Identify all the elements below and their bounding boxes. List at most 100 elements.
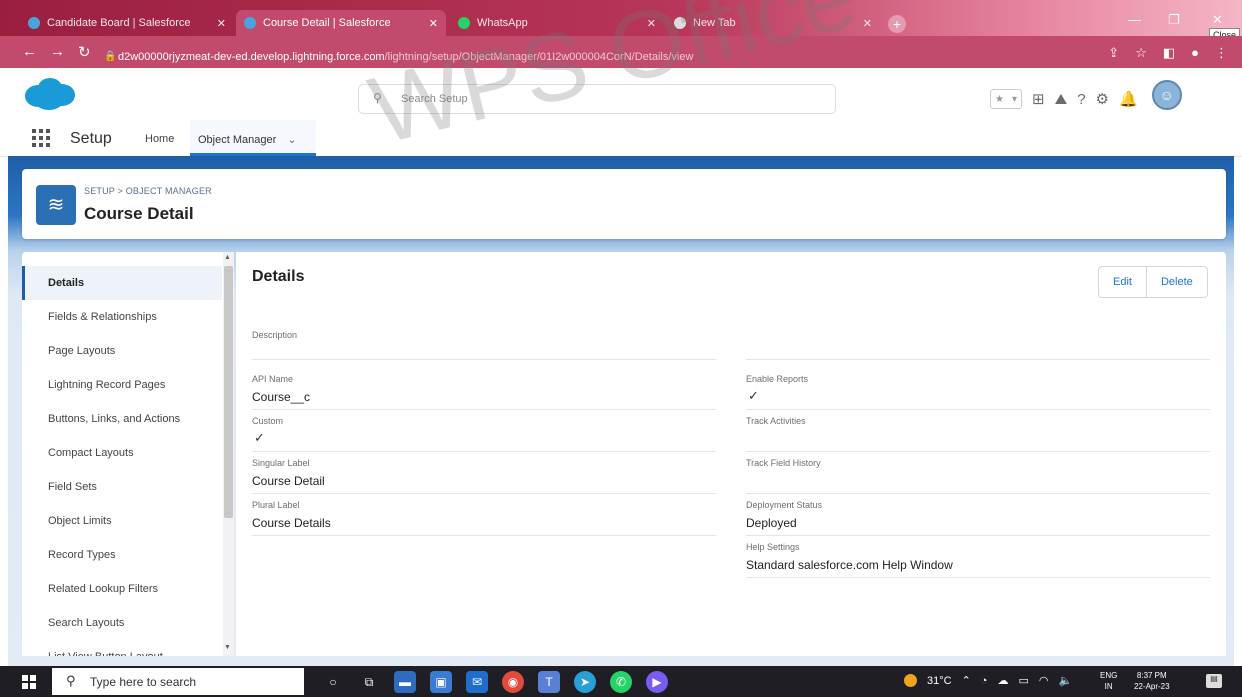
media-player-icon[interactable]: ▶ — [646, 671, 668, 693]
taskbar-search-input[interactable]: ⚲ Type here to search — [52, 668, 304, 695]
onedrive-icon[interactable]: ☁ — [997, 674, 1008, 687]
browser-tab-candidate-board[interactable]: Candidate Board | Salesforce ✕ — [20, 10, 234, 36]
volume-icon[interactable]: 🔈 — [1058, 674, 1072, 687]
browser-tab-course-detail[interactable]: Course Detail | Salesforce ✕ — [236, 10, 446, 36]
language-indicator[interactable]: ENG IN — [1100, 670, 1117, 692]
back-arrow-icon[interactable]: ← — [22, 43, 37, 60]
mail-icon[interactable]: ✉ — [466, 671, 488, 693]
sidebar-item-page-layouts[interactable]: Page Layouts — [22, 334, 222, 368]
close-tab-icon[interactable]: ✕ — [863, 17, 872, 30]
notification-center-icon[interactable]: ▤ — [1206, 674, 1222, 688]
new-tab-button[interactable]: + — [888, 15, 906, 33]
field-label: Custom — [252, 416, 284, 426]
object-header-card: ≋ SETUP > OBJECT MANAGER Course Detail — [22, 169, 1226, 239]
sidebar-item-search-layouts[interactable]: Search Layouts — [22, 606, 222, 640]
gear-icon[interactable]: ⚙ — [1096, 90, 1109, 108]
reload-icon[interactable]: ↻ — [78, 43, 91, 61]
field-api-name: API Name Course__c — [252, 370, 716, 410]
breadcrumb[interactable]: SETUP > OBJECT MANAGER — [84, 186, 212, 196]
sidebar-item-compact-layouts[interactable]: Compact Layouts — [22, 436, 222, 470]
page-title: Course Detail — [84, 204, 194, 223]
maximize-icon[interactable]: ❐ — [1168, 12, 1180, 28]
taskbar-apps: ○ ⧉ ▬ ▣ ✉ ◉ T ➤ ✆ ▶ — [322, 671, 668, 693]
cortana-icon[interactable]: ○ — [322, 671, 344, 693]
field-label: Enable Reports — [746, 374, 809, 384]
field-custom: Custom ✓ — [252, 412, 716, 452]
nav-tab-object-manager[interactable]: Object Manager ⌄ — [190, 120, 316, 156]
wifi-icon[interactable]: ◠ — [1039, 674, 1049, 687]
section-title: Details — [252, 268, 305, 285]
global-actions-icon[interactable]: ⊞ — [1032, 90, 1045, 108]
network-icon[interactable]: ◔ — [981, 675, 988, 687]
close-tab-icon[interactable]: ✕ — [429, 17, 438, 30]
scroll-down-icon[interactable]: ▼ — [224, 644, 231, 651]
tab-title: Course Detail | Salesforce — [263, 17, 391, 29]
side-panel-icon[interactable]: ◧ — [1163, 45, 1175, 61]
notifications-bell-icon[interactable]: 🔔 — [1119, 90, 1138, 108]
trailhead-icon[interactable]: ⛰ — [1055, 91, 1068, 108]
app-name: Setup — [70, 130, 112, 147]
field-label: API Name — [252, 374, 294, 384]
salesforce-favicon-icon — [244, 17, 256, 29]
field-value: Course__c — [252, 390, 311, 404]
salesforce-favicon-icon — [28, 17, 40, 29]
bookmark-star-icon[interactable]: ☆ — [1135, 45, 1147, 61]
window-close-icon[interactable]: ✕ — [1212, 12, 1223, 28]
tab-title: Candidate Board | Salesforce — [47, 17, 191, 29]
sidebar-item-related-lookup-filters[interactable]: Related Lookup Filters — [22, 572, 222, 606]
field-label: Track Activities — [746, 416, 806, 426]
chevron-down-icon: ▾ — [1011, 93, 1017, 105]
sidebar-item-field-sets[interactable]: Field Sets — [22, 470, 222, 504]
taskbar-clock[interactable]: 8:37 PM 22-Apr-23 — [1134, 670, 1170, 692]
field-deployment-status: Deployment Status Deployed — [746, 496, 1210, 536]
nav-tab-label: Object Manager — [198, 134, 277, 146]
chevron-down-icon[interactable]: ⌄ — [287, 134, 296, 146]
language-region: IN — [1104, 682, 1113, 691]
share-icon[interactable]: ⇪ — [1108, 45, 1119, 61]
sidebar-item-buttons-links-actions[interactable]: Buttons, Links, and Actions — [22, 402, 222, 436]
star-icon: ★ — [995, 93, 1004, 105]
sidebar-item-fields-relationships[interactable]: Fields & Relationships — [22, 300, 222, 334]
task-view-icon[interactable]: ⧉ — [358, 671, 380, 693]
chevron-up-icon[interactable]: ⌃ — [962, 674, 971, 687]
edit-button[interactable]: Edit — [1099, 267, 1146, 297]
sidebar-item-object-limits[interactable]: Object Limits — [22, 504, 222, 538]
battery-icon[interactable]: ▭ — [1018, 674, 1028, 687]
sidebar-scroll-thumb[interactable] — [224, 266, 233, 518]
forward-arrow-icon[interactable]: → — [50, 43, 65, 60]
sidebar-item-record-types[interactable]: Record Types — [22, 538, 222, 572]
menu-kebab-icon[interactable]: ⋮ — [1215, 45, 1228, 61]
sidebar-item-list-view-button-layout[interactable]: List View Button Layout — [22, 640, 222, 656]
favorites-toggle[interactable]: ★ ▾ — [990, 89, 1022, 109]
telegram-icon[interactable]: ➤ — [574, 671, 596, 693]
object-layers-icon: ≋ — [36, 185, 76, 225]
teams-icon[interactable]: T — [538, 671, 560, 693]
setup-nav-bar: Setup Home Object Manager ⌄ — [0, 120, 1242, 157]
field-plural-label: Plural Label Course Details — [252, 496, 716, 536]
sidebar-item-details[interactable]: Details — [22, 266, 222, 300]
profile-icon[interactable]: ● — [1191, 45, 1199, 61]
sidebar-item-lightning-record-pages[interactable]: Lightning Record Pages — [22, 368, 222, 402]
user-avatar[interactable]: ☺ — [1151, 80, 1182, 110]
help-icon[interactable]: ? — [1077, 91, 1085, 108]
app-launcher-icon[interactable] — [32, 129, 50, 147]
whatsapp-icon[interactable]: ✆ — [610, 671, 632, 693]
object-manager-sidebar: Details Fields & Relationships Page Layo… — [22, 252, 234, 656]
field-label: Deployment Status — [746, 500, 823, 510]
nav-tab-home[interactable]: Home — [145, 133, 174, 145]
weather-temperature[interactable]: 31°C — [927, 675, 952, 687]
minimize-icon[interactable]: — — [1128, 12, 1141, 27]
delete-button[interactable]: Delete — [1145, 267, 1207, 297]
scroll-up-icon[interactable]: ▲ — [224, 254, 231, 261]
clock-date: 22-Apr-23 — [1134, 682, 1170, 691]
windows-start-icon[interactable] — [22, 675, 36, 689]
checkmark-icon: ✓ — [254, 430, 265, 445]
salesforce-logo[interactable] — [22, 76, 76, 112]
chrome-icon[interactable]: ◉ — [502, 671, 524, 693]
file-explorer-icon[interactable]: ▬ — [394, 671, 416, 693]
whatsapp-favicon-icon — [458, 17, 470, 29]
close-tab-icon[interactable]: ✕ — [217, 17, 226, 30]
language-code: ENG — [1100, 671, 1118, 680]
store-icon[interactable]: ▣ — [430, 671, 452, 693]
address-bar-icons: ⇪ ☆ ◧ ● ⋮ — [1108, 45, 1228, 61]
